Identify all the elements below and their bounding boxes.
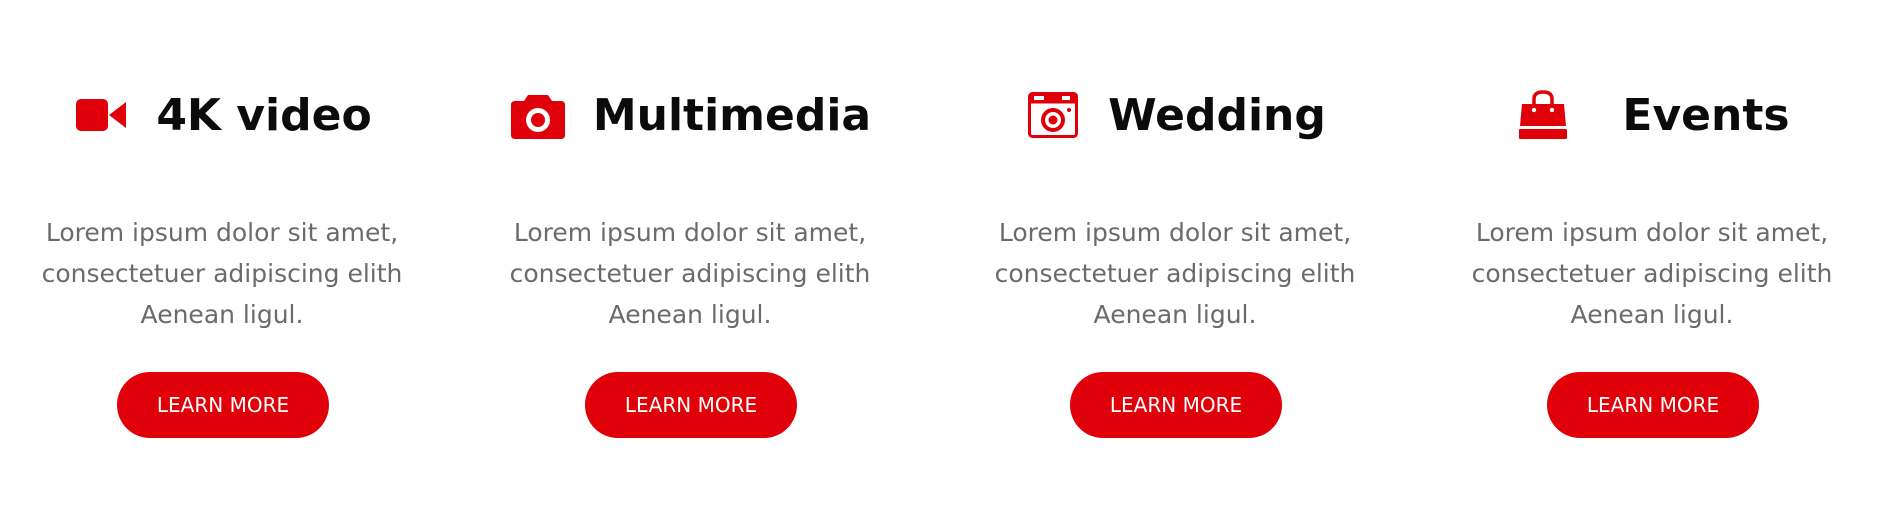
services-section: 4K video Lorem ipsum dolor sit amet, con… — [0, 0, 1900, 524]
description-line: consectetuer adipiscing elith — [509, 259, 871, 288]
service-card-4k-video: 4K video Lorem ipsum dolor sit amet, con… — [22, 0, 422, 524]
card-title: Multimedia — [592, 89, 872, 141]
learn-more-button[interactable]: LEARN MORE — [1547, 372, 1759, 438]
card-heading: Multimedia — [490, 84, 890, 146]
card-heading: Wedding — [975, 84, 1375, 146]
description-line: Lorem ipsum dolor sit amet, — [513, 218, 867, 247]
learn-more-button[interactable]: LEARN MORE — [117, 372, 329, 438]
card-description: Lorem ipsum dolor sit amet, consectetuer… — [22, 212, 422, 335]
photo-camera-icon — [1024, 87, 1082, 143]
description-line: Aenean ligul. — [1093, 300, 1257, 329]
card-title: Events — [1622, 89, 1790, 141]
card-description: Lorem ipsum dolor sit amet, consectetuer… — [1452, 212, 1852, 335]
learn-more-button[interactable]: LEARN MORE — [1070, 372, 1282, 438]
description-line: Aenean ligul. — [140, 300, 304, 329]
card-heading: Events — [1452, 84, 1852, 146]
description-line: consectetuer adipiscing elith — [41, 259, 403, 288]
service-card-multimedia: Multimedia Lorem ipsum dolor sit amet, c… — [490, 0, 890, 524]
description-line: Aenean ligul. — [1570, 300, 1734, 329]
card-description: Lorem ipsum dolor sit amet, consectetuer… — [490, 212, 890, 335]
service-card-events: Events Lorem ipsum dolor sit amet, conse… — [1452, 0, 1852, 524]
description-line: Lorem ipsum dolor sit amet, — [998, 218, 1352, 247]
description-line: consectetuer adipiscing elith — [1471, 259, 1833, 288]
description-line: Lorem ipsum dolor sit amet, — [1475, 218, 1829, 247]
card-heading: 4K video — [22, 84, 422, 146]
card-description: Lorem ipsum dolor sit amet, consectetuer… — [975, 212, 1375, 335]
learn-more-button[interactable]: LEARN MORE — [585, 372, 797, 438]
shopping-bag-icon — [1514, 87, 1572, 143]
video-camera-icon — [72, 87, 130, 143]
camera-icon — [509, 87, 567, 143]
description-line: Aenean ligul. — [608, 300, 772, 329]
service-card-wedding: Wedding Lorem ipsum dolor sit amet, cons… — [975, 0, 1375, 524]
description-line: Lorem ipsum dolor sit amet, — [45, 218, 399, 247]
card-title: 4K video — [156, 89, 372, 141]
card-title: Wedding — [1108, 89, 1326, 141]
description-line: consectetuer adipiscing elith — [994, 259, 1356, 288]
